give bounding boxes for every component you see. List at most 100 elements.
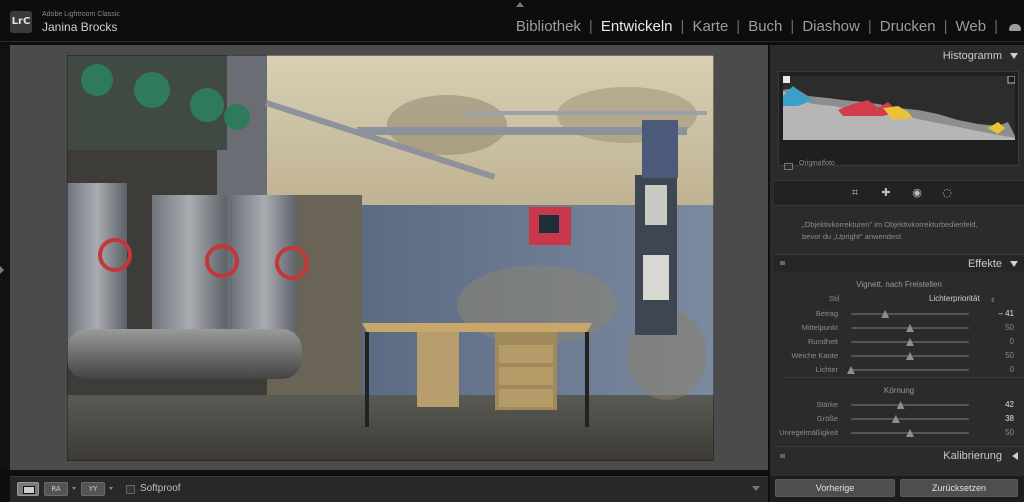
photo-image: [67, 55, 714, 461]
develop-tool-strip: ⌗ ✚ ◉ ◌: [774, 180, 1024, 206]
section-divider: [782, 377, 1024, 378]
collapse-top-panel-icon[interactable]: [516, 2, 524, 7]
slider-label: Mittelpunkt: [801, 323, 838, 332]
module-buch[interactable]: Buch: [740, 18, 790, 35]
histogram-title: Histogramm: [942, 50, 1002, 62]
lrc-logo: LrC: [10, 11, 32, 33]
left-panel-collapsed: [0, 45, 10, 470]
style-label: Stil: [829, 294, 840, 303]
softproof-checkbox[interactable]: [126, 485, 135, 494]
module-picker: Bibliothek | Entwickeln | Karte | Buch |…: [508, 18, 998, 35]
slider-track[interactable]: [851, 352, 969, 360]
chevron-down-icon[interactable]: [72, 487, 76, 490]
collapse-triangle-icon[interactable]: [1010, 53, 1018, 59]
histogram: Originalfoto: [778, 71, 1019, 170]
module-separator: |: [994, 18, 998, 35]
slider-label: Rundheit: [807, 337, 838, 346]
slider-thumb[interactable]: [906, 429, 914, 437]
slider-thumb[interactable]: [881, 310, 890, 318]
slider-value[interactable]: 38: [1005, 413, 1014, 425]
slider-track[interactable]: [851, 429, 969, 437]
reset-button[interactable]: Zurücksetzen: [900, 479, 1018, 497]
vignette-slider-row[interactable]: Mittelpunkt 50: [774, 322, 1024, 335]
effects-title: Effekte: [967, 258, 1002, 270]
loupe-view-button[interactable]: [17, 482, 39, 496]
vignette-style-row[interactable]: Stil Lichterpriorität ⇕: [774, 294, 1024, 306]
slider-label: Lichter: [815, 365, 838, 374]
style-value[interactable]: Lichterpriorität: [929, 294, 980, 303]
slider-track[interactable]: [851, 324, 969, 332]
slider-track[interactable]: [847, 366, 969, 374]
grain-slider-row[interactable]: Größe 38: [774, 413, 1024, 426]
right-bottom-bar: Vorherige Zurücksetzen: [770, 476, 1024, 502]
mask-circle-icon[interactable]: ◌: [940, 186, 954, 200]
slider-label: Unregelmäßigkeit: [779, 428, 838, 437]
lens-correction-hint: „Objektivkorrekturen" im Objektivkorrekt…: [774, 207, 1024, 253]
slider-value[interactable]: 50: [1005, 350, 1014, 362]
chevron-updown-icon[interactable]: ⇕: [990, 297, 995, 304]
chevron-down-icon[interactable]: [109, 487, 113, 490]
slider-value[interactable]: 50: [1005, 322, 1014, 334]
cloud-icon[interactable]: [1009, 24, 1021, 31]
slider-track[interactable]: [851, 310, 969, 318]
before-after-yy-button[interactable]: YY: [81, 482, 105, 496]
grain-title: Körnung: [883, 386, 915, 395]
slider-value[interactable]: – 41: [998, 308, 1014, 320]
expand-left-panel-icon[interactable]: [0, 266, 4, 274]
slider-thumb[interactable]: [906, 338, 914, 346]
lightroom-window: LrC Adobe Lightroom Classic Janina Brock…: [0, 0, 1024, 502]
expand-triangle-icon[interactable]: [1012, 452, 1018, 460]
effects-panel: Vignett. nach Freistellen Stil Lichterpr…: [774, 273, 1024, 463]
histogram-header[interactable]: Histogramm: [774, 48, 1024, 64]
effects-header[interactable]: Effekte: [774, 254, 1024, 272]
right-panel: Histogramm Originalfoto ⌗ ✚ ◉ ◌ „Objekti…: [770, 45, 1024, 502]
slider-value[interactable]: 50: [1005, 427, 1014, 439]
eye-icon[interactable]: ◉: [910, 186, 924, 200]
slider-thumb[interactable]: [906, 352, 914, 360]
slider-thumb[interactable]: [847, 366, 855, 374]
toolbar-menu-icon[interactable]: [752, 486, 760, 491]
slider-track[interactable]: [851, 338, 969, 346]
user-name: Janina Brocks: [42, 20, 118, 34]
slider-label: Weiche Kante: [791, 351, 838, 360]
crop-icon[interactable]: ⌗: [848, 186, 862, 200]
module-drucken[interactable]: Drucken: [872, 18, 944, 35]
slider-value[interactable]: 0: [1010, 336, 1014, 348]
slider-thumb[interactable]: [896, 401, 905, 409]
hint-line-2: bevor du „Upright" anwendest.: [802, 232, 904, 241]
slider-label: Größe: [816, 414, 838, 423]
softproof-label: Softproof: [140, 483, 181, 494]
calibration-header-label: Kalibrierung: [774, 448, 1024, 464]
vignette-slider-row[interactable]: Lichter 0: [774, 364, 1024, 377]
slider-label: Stärke: [816, 400, 838, 409]
vignette-slider-row[interactable]: Betrag – 41: [774, 308, 1024, 321]
slider-value[interactable]: 0: [1010, 364, 1014, 376]
histogram-graph: [783, 76, 1015, 140]
slider-thumb[interactable]: [906, 324, 914, 332]
module-web[interactable]: Web: [948, 18, 995, 35]
previous-button[interactable]: Vorherige: [775, 479, 895, 497]
original-photo-checkbox[interactable]: [784, 163, 793, 170]
collapse-triangle-icon[interactable]: [1010, 261, 1018, 267]
slider-value[interactable]: 42: [1005, 399, 1014, 411]
slider-track[interactable]: [851, 401, 969, 409]
module-entwickeln[interactable]: Entwickeln: [593, 18, 681, 35]
slider-thumb[interactable]: [891, 415, 900, 423]
module-diashow[interactable]: Diashow: [794, 18, 868, 35]
photo-preview[interactable]: [67, 55, 714, 461]
before-after-ra-button[interactable]: RA: [44, 482, 68, 496]
grain-slider-row[interactable]: Stärke 42: [774, 399, 1024, 412]
module-karte[interactable]: Karte: [684, 18, 736, 35]
slider-label: Betrag: [815, 309, 838, 318]
effects-header-label: Effekte: [774, 256, 1024, 272]
module-bibliothek[interactable]: Bibliothek: [508, 18, 589, 35]
grain-slider-row[interactable]: Unregelmäßigkeit 50: [774, 427, 1024, 440]
vignette-title: Vignett. nach Freistellen: [856, 280, 942, 289]
vignette-slider-row[interactable]: Rundheit 0: [774, 336, 1024, 349]
vignette-slider-row[interactable]: Weiche Kante 50: [774, 350, 1024, 363]
bandage-icon[interactable]: ✚: [879, 186, 893, 200]
top-bar: LrC Adobe Lightroom Classic Janina Brock…: [0, 0, 1024, 42]
slider-track[interactable]: [851, 415, 969, 423]
calibration-header[interactable]: Kalibrierung: [774, 446, 1024, 463]
app-name: Adobe Lightroom Classic: [42, 11, 120, 18]
